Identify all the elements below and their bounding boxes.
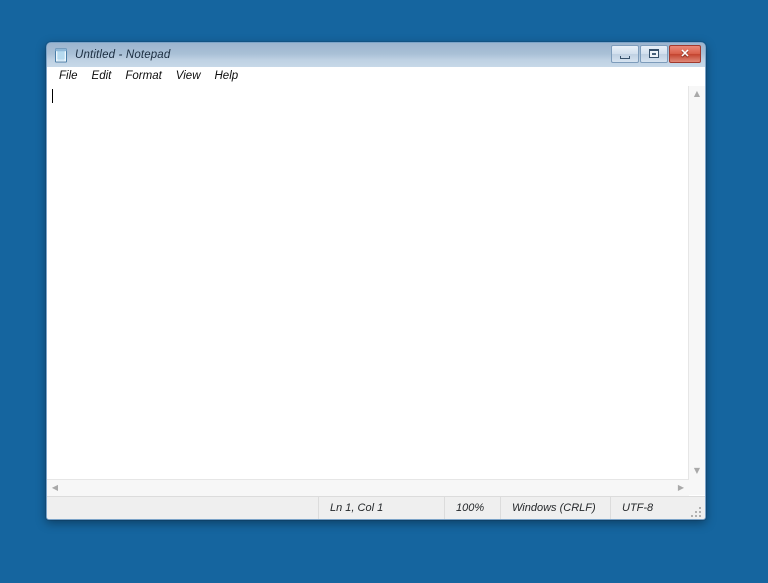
text-editing-area[interactable] <box>47 86 688 479</box>
scroll-up-icon[interactable]: ▲ <box>689 86 705 102</box>
resize-grip[interactable] <box>691 505 703 517</box>
notepad-window: Untitled - Notepad ✕ File Edit Format Vi… <box>46 42 706 520</box>
scroll-right-icon[interactable]: ▶ <box>673 480 689 496</box>
status-bar: Ln 1, Col 1 100% Windows (CRLF) UTF-8 <box>47 496 705 519</box>
scroll-down-icon[interactable]: ▼ <box>689 463 705 479</box>
maximize-restore-button[interactable] <box>640 45 668 63</box>
close-icon: ✕ <box>680 48 690 60</box>
status-zoom[interactable]: 100% <box>444 497 500 519</box>
restore-icon <box>649 49 659 58</box>
menu-bar: File Edit Format View Help <box>47 67 705 86</box>
notepad-icon <box>54 48 69 63</box>
window-controls: ✕ <box>611 45 701 63</box>
status-line-ending[interactable]: Windows (CRLF) <box>500 497 610 519</box>
vertical-scrollbar[interactable]: ▲ ▼ <box>688 86 705 479</box>
menu-item-format[interactable]: Format <box>118 70 168 82</box>
scroll-left-icon[interactable]: ◀ <box>47 480 63 496</box>
desktop-background: Untitled - Notepad ✕ File Edit Format Vi… <box>0 0 768 583</box>
menu-item-help[interactable]: Help <box>208 70 246 82</box>
close-button[interactable]: ✕ <box>669 45 701 63</box>
window-titlebar[interactable]: Untitled - Notepad ✕ <box>47 43 705 67</box>
menu-item-file[interactable]: File <box>52 70 85 82</box>
menu-item-view[interactable]: View <box>169 70 208 82</box>
horizontal-scrollbar[interactable]: ◀ ▶ <box>47 479 689 496</box>
status-line-column[interactable]: Ln 1, Col 1 <box>318 497 444 519</box>
minimize-icon <box>620 55 630 59</box>
menu-item-edit[interactable]: Edit <box>85 70 119 82</box>
text-caret <box>52 89 53 103</box>
status-empty <box>47 497 318 519</box>
editor-body: ▲ ▼ ◀ ▶ <box>47 86 705 496</box>
minimize-button[interactable] <box>611 45 639 63</box>
scrollbar-corner <box>689 479 705 495</box>
window-title: Untitled - Notepad <box>75 49 171 61</box>
editor-row: ▲ ▼ <box>47 86 705 479</box>
